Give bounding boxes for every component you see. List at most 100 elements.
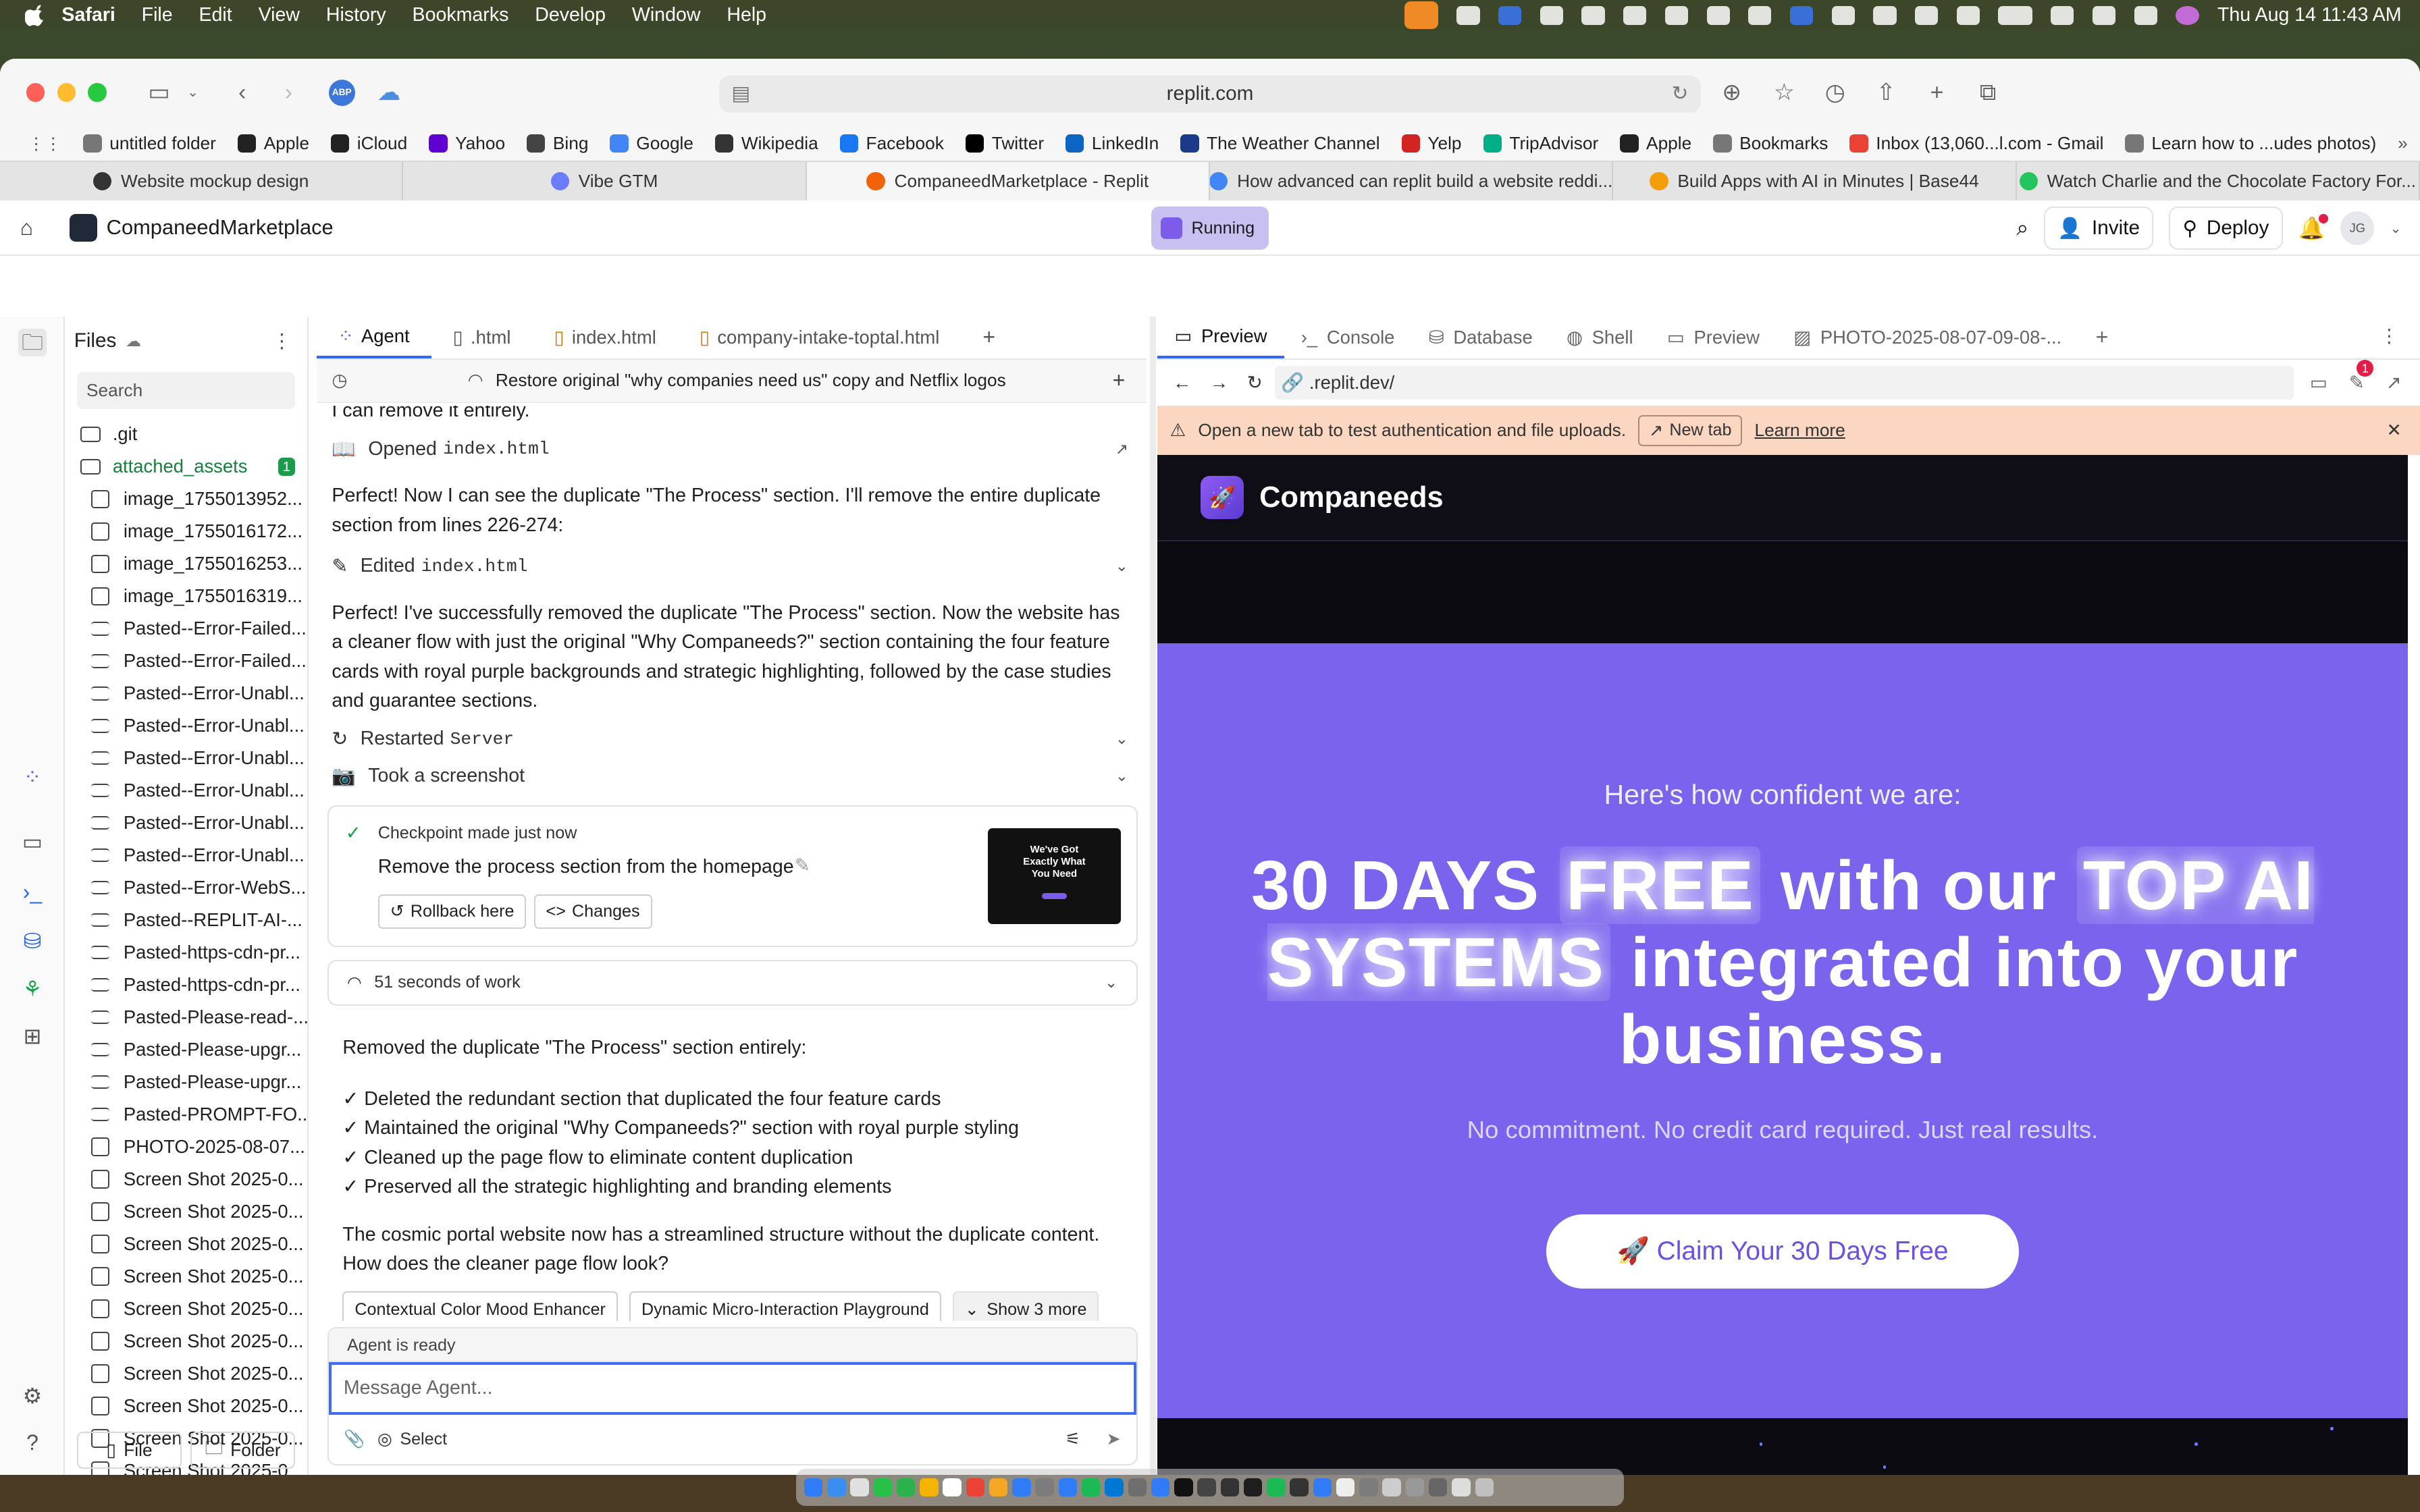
browser-tab[interactable]: CompaneedMarketplace - Replit [806, 161, 1210, 201]
shell-tool-icon[interactable]: ›_ [18, 878, 46, 906]
apps-grid-icon[interactable]: ⋮⋮ [28, 134, 61, 154]
dock-app-icon[interactable] [850, 1478, 869, 1497]
file-item[interactable]: Pasted--REPLIT-AI-... [65, 904, 307, 936]
spotlight-icon[interactable] [2092, 6, 2116, 25]
checkpoint-thumbnail[interactable]: We've Got Exactly What You Need [988, 828, 1121, 924]
dock-app-icon[interactable] [920, 1478, 939, 1497]
run-status-button[interactable]: Running [1151, 207, 1269, 250]
tab-shell[interactable]: ◍ Shell [1550, 317, 1650, 358]
close-icon[interactable]: ✕ [2387, 420, 2402, 441]
bookmark-item[interactable]: Learn how to ...udes photos) [2125, 133, 2376, 154]
file-item[interactable]: Pasted-Please-upgr... [65, 1033, 307, 1066]
help-icon[interactable]: ? [18, 1429, 46, 1457]
file-item[interactable]: PHOTO-2025-08-07... [65, 1131, 307, 1163]
file-item[interactable]: image_1755016319... [65, 580, 307, 612]
tab-html[interactable]: ▯ .html [431, 317, 533, 358]
chevron-down-icon[interactable]: ⌄ [1115, 730, 1128, 748]
dock-app-icon[interactable] [1313, 1478, 1332, 1497]
file-item[interactable]: image_1755016172... [65, 515, 307, 547]
dock-app-icon[interactable] [1405, 1478, 1425, 1497]
dock-app-icon[interactable] [873, 1478, 893, 1497]
zoom-icon[interactable] [1789, 6, 1814, 25]
file-item[interactable]: Pasted-https-cdn-pr... [65, 969, 307, 1001]
dock-app-icon[interactable] [943, 1478, 962, 1497]
panel-resize-handle[interactable] [1149, 316, 1156, 1476]
dock-app-icon[interactable] [1105, 1478, 1124, 1497]
new-tab-icon[interactable]: + [1924, 80, 1949, 105]
downloads-icon[interactable]: ⊕ [1719, 80, 1744, 105]
history-icon[interactable]: ◷ [1822, 80, 1847, 105]
bookmark-item[interactable]: Google [610, 133, 693, 154]
tab-index-html[interactable]: ▯ index.html [532, 317, 677, 358]
zoom-window-button[interactable] [88, 83, 107, 102]
dock-app-icon[interactable] [896, 1478, 916, 1497]
history-icon[interactable]: ◷ [332, 370, 347, 391]
settings-icon[interactable]: ⚙ [18, 1382, 46, 1410]
menu-view[interactable]: View [259, 4, 300, 26]
chevron-down-icon[interactable]: ⌄ [2390, 220, 2401, 237]
bookmark-item[interactable]: Twitter [965, 133, 1044, 154]
new-tab-button[interactable]: ↗ New tab [1638, 414, 1743, 446]
file-item[interactable]: image_1755016253... [65, 547, 307, 580]
message-input[interactable]: Message Agent... [328, 1361, 1136, 1415]
menu-file[interactable]: File [142, 4, 173, 26]
avatar[interactable]: JG [2340, 211, 2375, 246]
suggestion-chip[interactable]: Dynamic Micro-Interaction Playground [629, 1291, 941, 1321]
bookmark-item[interactable]: Yahoo [429, 133, 505, 154]
invite-button[interactable]: 👤 Invite [2044, 207, 2154, 250]
microphone-icon[interactable] [1404, 1, 1438, 30]
dock-app-icon[interactable] [1220, 1478, 1240, 1497]
file-item[interactable]: Screen Shot 2025-0... [65, 1390, 307, 1422]
browser-tab[interactable]: How advanced can replit build a website … [1209, 161, 1614, 201]
dropbox-icon[interactable] [1456, 6, 1480, 25]
file-item[interactable]: Screen Shot 2025-0... [65, 1260, 307, 1293]
file-item[interactable]: Pasted-Please-read-... [65, 1001, 307, 1033]
deploy-button[interactable]: ⚲ Deploy [2169, 207, 2283, 250]
learn-more-link[interactable]: Learn more [1754, 420, 1845, 441]
share-icon[interactable]: ⇧ [1874, 80, 1899, 105]
bookmark-item[interactable]: Apple [237, 133, 309, 154]
battery-icon[interactable] [1998, 6, 2032, 25]
show-more-button[interactable]: ⌄ Show 3 more [952, 1291, 1099, 1321]
dock-app-icon[interactable] [827, 1478, 846, 1497]
bookmark-item[interactable]: Yelp [1401, 133, 1462, 154]
preview-tool-icon[interactable]: ▭ [18, 828, 46, 856]
favorites-icon[interactable]: ☆ [1772, 80, 1797, 105]
dock-app-icon[interactable] [1267, 1478, 1286, 1497]
back-icon[interactable]: ‹ [230, 80, 255, 105]
preview-back-icon[interactable]: ← [1173, 372, 1191, 394]
dock-app-icon[interactable] [1359, 1478, 1378, 1497]
dock-app-icon[interactable] [1082, 1478, 1101, 1497]
file-item[interactable]: Screen Shot 2025-0... [65, 1163, 307, 1195]
tab-company-intake[interactable]: ▯ company-intake-toptal.html [678, 317, 962, 358]
claim-free-days-button[interactable]: 🚀 Claim Your 30 Days Free [1546, 1214, 2019, 1289]
more-options-icon[interactable]: ⋮ [2380, 325, 2398, 347]
bookmark-item[interactable]: Wikipedia [714, 133, 818, 154]
notifications-bell-icon[interactable]: 🔔 [2298, 213, 2328, 241]
file-item[interactable]: Pasted--Error-Failed... [65, 645, 307, 677]
devtools-icon[interactable]: ✎ 1 [2349, 359, 2374, 394]
dock-app-icon[interactable] [1012, 1478, 1031, 1497]
dock-app-icon[interactable] [1197, 1478, 1216, 1497]
tab-database[interactable]: ⛁ Database [1412, 317, 1550, 358]
file-item[interactable]: Pasted--Error-Unabl... [65, 677, 307, 709]
work-duration-row[interactable]: ◠ 51 seconds of work ⌄ [327, 959, 1138, 1006]
add-preview-tab-button[interactable]: + [2078, 317, 2125, 358]
tab-preview-2[interactable]: ▭ Preview [1650, 317, 1777, 358]
send-icon[interactable]: ➤ [1107, 1429, 1121, 1449]
menu-edit[interactable]: Edit [199, 4, 232, 26]
chevron-down-icon[interactable]: ⌄ [180, 80, 205, 105]
menu-app-name[interactable]: Safari [61, 4, 115, 26]
dock-app-icon[interactable] [1035, 1478, 1054, 1497]
add-tab-button[interactable]: + [961, 317, 1017, 358]
attach-icon[interactable]: 📎 [344, 1430, 365, 1449]
file-item[interactable]: Pasted-Please-upgr... [65, 1066, 307, 1098]
site-brand[interactable]: Companeeds [1259, 481, 1444, 514]
menu-bookmarks[interactable]: Bookmarks [413, 4, 509, 26]
volume-icon[interactable] [1956, 6, 1980, 25]
browser-tab[interactable]: Vibe GTM [403, 161, 807, 201]
edited-file-row[interactable]: ✎ Edited index.html ⌄ [332, 549, 1147, 583]
apple-menu-icon[interactable] [24, 5, 47, 26]
siri-icon[interactable] [2176, 6, 2199, 25]
changes-button[interactable]: <> Changes [533, 894, 652, 929]
